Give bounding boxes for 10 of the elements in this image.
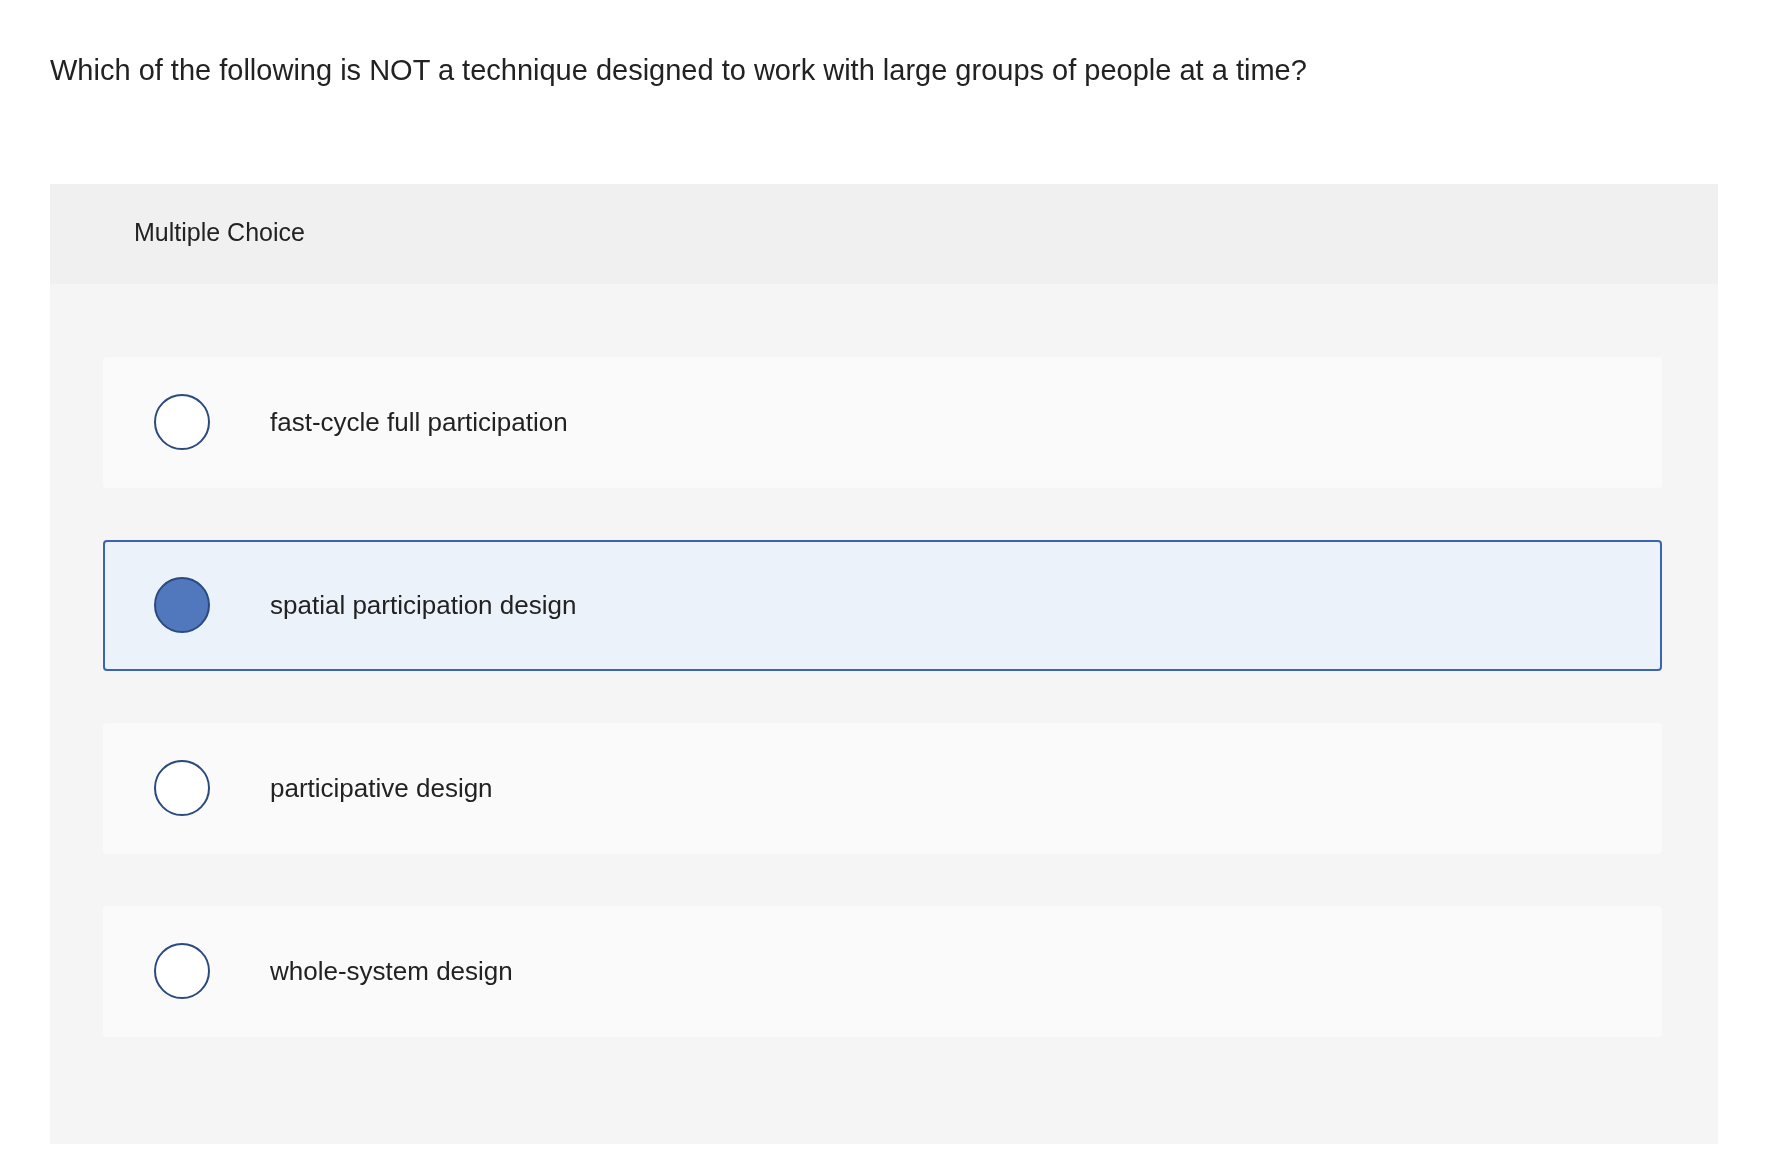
answer-option[interactable]: spatial participation design: [103, 539, 1662, 671]
radio-button[interactable]: [154, 577, 210, 634]
radio-button[interactable]: [154, 943, 210, 1000]
radio-button[interactable]: [154, 394, 210, 451]
radio-button[interactable]: [154, 760, 210, 817]
answer-option[interactable]: fast-cycle full participation: [103, 356, 1662, 488]
answer-option[interactable]: whole-system design: [103, 905, 1662, 1037]
panel-header: Multiple Choice: [50, 183, 1718, 284]
question-text: Which of the following is NOT a technique designed to work with large groups of people at a time?: [50, 53, 1308, 88]
answer-option[interactable]: participative design: [103, 722, 1662, 854]
